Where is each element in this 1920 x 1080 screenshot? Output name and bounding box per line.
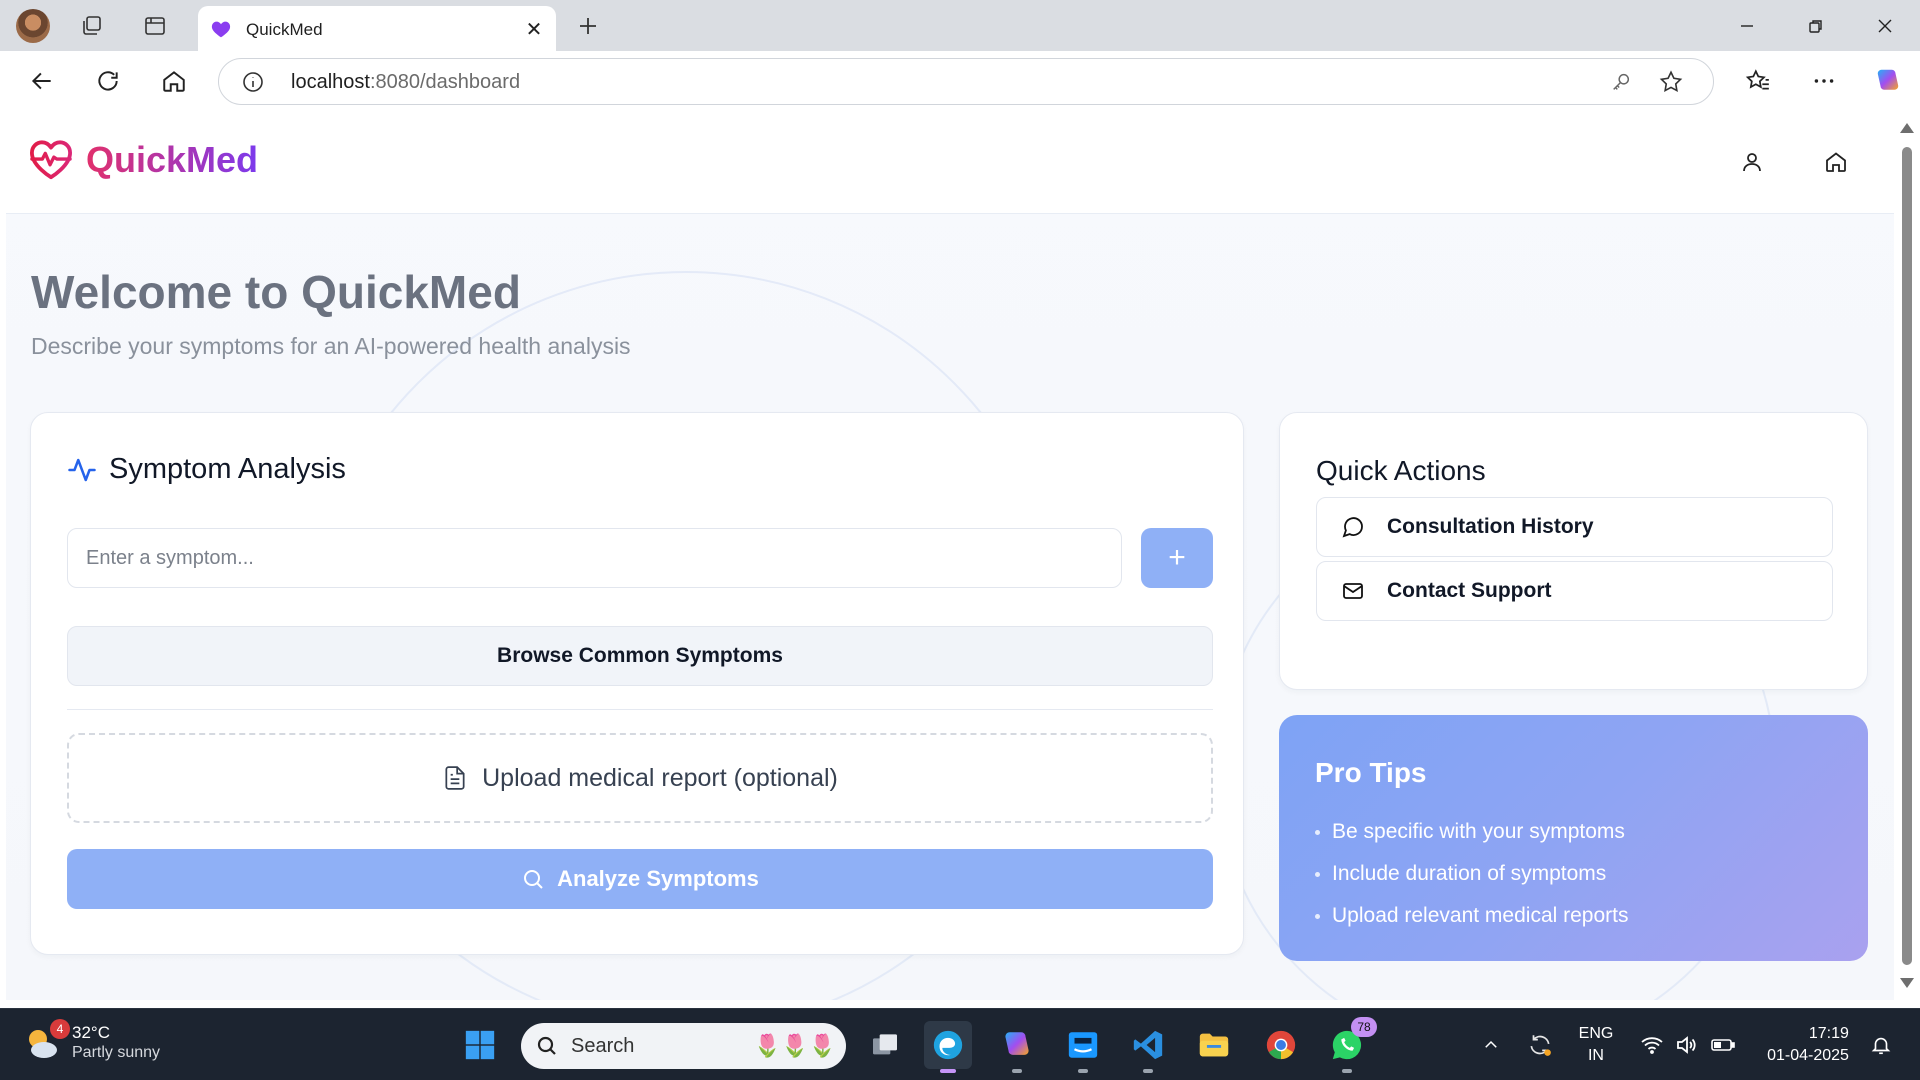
pro-tips-card: Pro Tips Be specific with your symptoms … xyxy=(1279,715,1868,961)
brand-logo[interactable]: QuickMed xyxy=(28,139,258,181)
weather-condition: Partly sunny xyxy=(72,1044,161,1061)
upload-label: Upload medical report (optional) xyxy=(482,763,838,792)
site-info-icon[interactable] xyxy=(241,70,265,94)
scroll-down-arrow-icon[interactable] xyxy=(1900,978,1914,988)
consultation-history-button[interactable]: Consultation History xyxy=(1316,497,1833,557)
copilot-icon[interactable] xyxy=(1870,63,1906,99)
language-indicator[interactable]: ENG IN xyxy=(1576,1021,1616,1069)
tip-item: Be specific with your symptoms xyxy=(1315,811,1628,853)
temperature: 32°C xyxy=(72,1023,110,1042)
close-tab-icon[interactable]: ✕ xyxy=(520,15,548,43)
browser-tab-active[interactable]: QuickMed ✕ xyxy=(198,6,556,51)
prime-video-icon[interactable] xyxy=(1059,1021,1107,1073)
symptom-analysis-heading: Symptom Analysis xyxy=(67,453,346,486)
analyze-symptoms-button[interactable]: Analyze Symptoms xyxy=(67,849,1213,909)
page-viewport: QuickMed Welcome to QuickMed Describe yo… xyxy=(6,111,1894,1000)
vscode-icon[interactable] xyxy=(1124,1021,1172,1073)
url-text: localhost:8080/dashboard xyxy=(291,71,521,93)
contact-support-label: Contact Support xyxy=(1387,579,1552,602)
page-scrollbar[interactable] xyxy=(1894,111,1920,1000)
symptom-analysis-title: Symptom Analysis xyxy=(109,453,346,485)
wifi-icon[interactable] xyxy=(1638,1021,1666,1069)
whatsapp-icon[interactable]: 78 xyxy=(1323,1017,1377,1073)
search-icon xyxy=(537,1036,556,1055)
show-hidden-icons-chevron-icon[interactable] xyxy=(1476,1021,1506,1069)
tab-actions-icon[interactable] xyxy=(141,12,169,40)
upload-report-dropzone[interactable]: Upload medical report (optional) xyxy=(67,733,1213,823)
contact-support-button[interactable]: Contact Support xyxy=(1316,561,1833,621)
edge-app-icon[interactable] xyxy=(924,1021,972,1073)
windows-taskbar: 4 32°C Partly sunny Search 🌷🌷🌷 78 ENG IN… xyxy=(0,1008,1920,1080)
symptom-analysis-card: Symptom Analysis + Browse Common Symptom… xyxy=(30,412,1244,955)
key-icon[interactable] xyxy=(1607,68,1635,96)
search-label: Search xyxy=(571,1034,635,1057)
tip-item: Include duration of symptoms xyxy=(1315,853,1628,895)
copilot-app-icon[interactable] xyxy=(993,1021,1041,1073)
home-nav-icon[interactable] xyxy=(1821,147,1851,177)
chrome-icon[interactable] xyxy=(1257,1021,1305,1069)
brand-name: QuickMed xyxy=(86,139,259,180)
activity-icon xyxy=(68,458,96,481)
heart-pulse-icon xyxy=(29,140,72,180)
browse-common-symptoms-button[interactable]: Browse Common Symptoms xyxy=(67,626,1213,686)
favorite-star-icon[interactable] xyxy=(1657,68,1685,96)
taskbar-search[interactable]: Search 🌷🌷🌷 xyxy=(521,1023,846,1069)
app-header: QuickMed xyxy=(6,111,1894,214)
tulips-icon: 🌷🌷🌷 xyxy=(753,1033,836,1058)
page-subtitle: Describe your symptoms for an AI-powered… xyxy=(31,333,631,359)
volume-icon[interactable] xyxy=(1672,1021,1700,1069)
whatsapp-badge: 78 xyxy=(1351,1017,1377,1037)
task-view-icon[interactable] xyxy=(861,1021,909,1069)
quick-actions-title: Quick Actions xyxy=(1316,455,1486,486)
analyze-label: Analyze Symptoms xyxy=(557,866,759,891)
divider xyxy=(67,709,1213,710)
new-tab-icon[interactable] xyxy=(574,12,602,40)
more-options-icon[interactable] xyxy=(1806,63,1842,99)
notifications-bell-icon[interactable] xyxy=(1866,1021,1896,1069)
restore-icon[interactable] xyxy=(1793,6,1839,46)
battery-icon[interactable] xyxy=(1708,1021,1738,1069)
partly-sunny-icon: 4 xyxy=(22,1019,70,1063)
windows-start-icon[interactable] xyxy=(456,1021,504,1069)
page-title: Welcome to QuickMed xyxy=(31,266,521,318)
weather-badge: 4 xyxy=(50,1019,70,1039)
address-bar[interactable]: localhost:8080/dashboard xyxy=(218,58,1714,105)
search-icon xyxy=(524,870,543,889)
clock[interactable]: 17:19 01-04-2025 xyxy=(1756,1021,1860,1069)
add-symptom-button[interactable]: + xyxy=(1141,528,1213,588)
sync-icon[interactable] xyxy=(1522,1021,1558,1069)
consultation-history-label: Consultation History xyxy=(1387,515,1594,538)
tab-title: QuickMed xyxy=(246,20,323,39)
symptom-input[interactable] xyxy=(67,528,1122,588)
file-explorer-icon[interactable] xyxy=(1190,1021,1238,1069)
tip-item: Upload relevant medical reports xyxy=(1315,895,1628,937)
home-icon[interactable] xyxy=(156,63,192,99)
close-window-icon[interactable] xyxy=(1862,6,1908,46)
file-text-icon xyxy=(445,766,465,790)
mail-icon xyxy=(1343,583,1363,599)
scrollbar-thumb[interactable] xyxy=(1902,147,1912,965)
refresh-icon[interactable] xyxy=(90,63,126,99)
user-profile-icon[interactable] xyxy=(1737,147,1767,177)
pro-tips-title: Pro Tips xyxy=(1315,757,1427,788)
scroll-up-arrow-icon[interactable] xyxy=(1900,123,1914,133)
message-circle-icon xyxy=(1342,517,1363,538)
profile-avatar[interactable] xyxy=(16,9,50,43)
minimize-icon[interactable] xyxy=(1724,6,1770,46)
browser-tab-bar: QuickMed ✕ xyxy=(0,0,1920,51)
pro-tips-list: Be specific with your symptoms Include d… xyxy=(1315,811,1628,937)
heart-favicon-icon xyxy=(210,18,232,40)
browser-toolbar: localhost:8080/dashboard xyxy=(0,51,1920,111)
back-arrow-icon[interactable] xyxy=(24,63,60,99)
favorites-icon[interactable] xyxy=(1740,63,1776,99)
quick-actions-card: Quick Actions Consultation History Conta… xyxy=(1279,412,1868,690)
workspaces-icon[interactable] xyxy=(78,12,106,40)
weather-widget[interactable]: 4 32°C Partly sunny xyxy=(22,1019,161,1063)
